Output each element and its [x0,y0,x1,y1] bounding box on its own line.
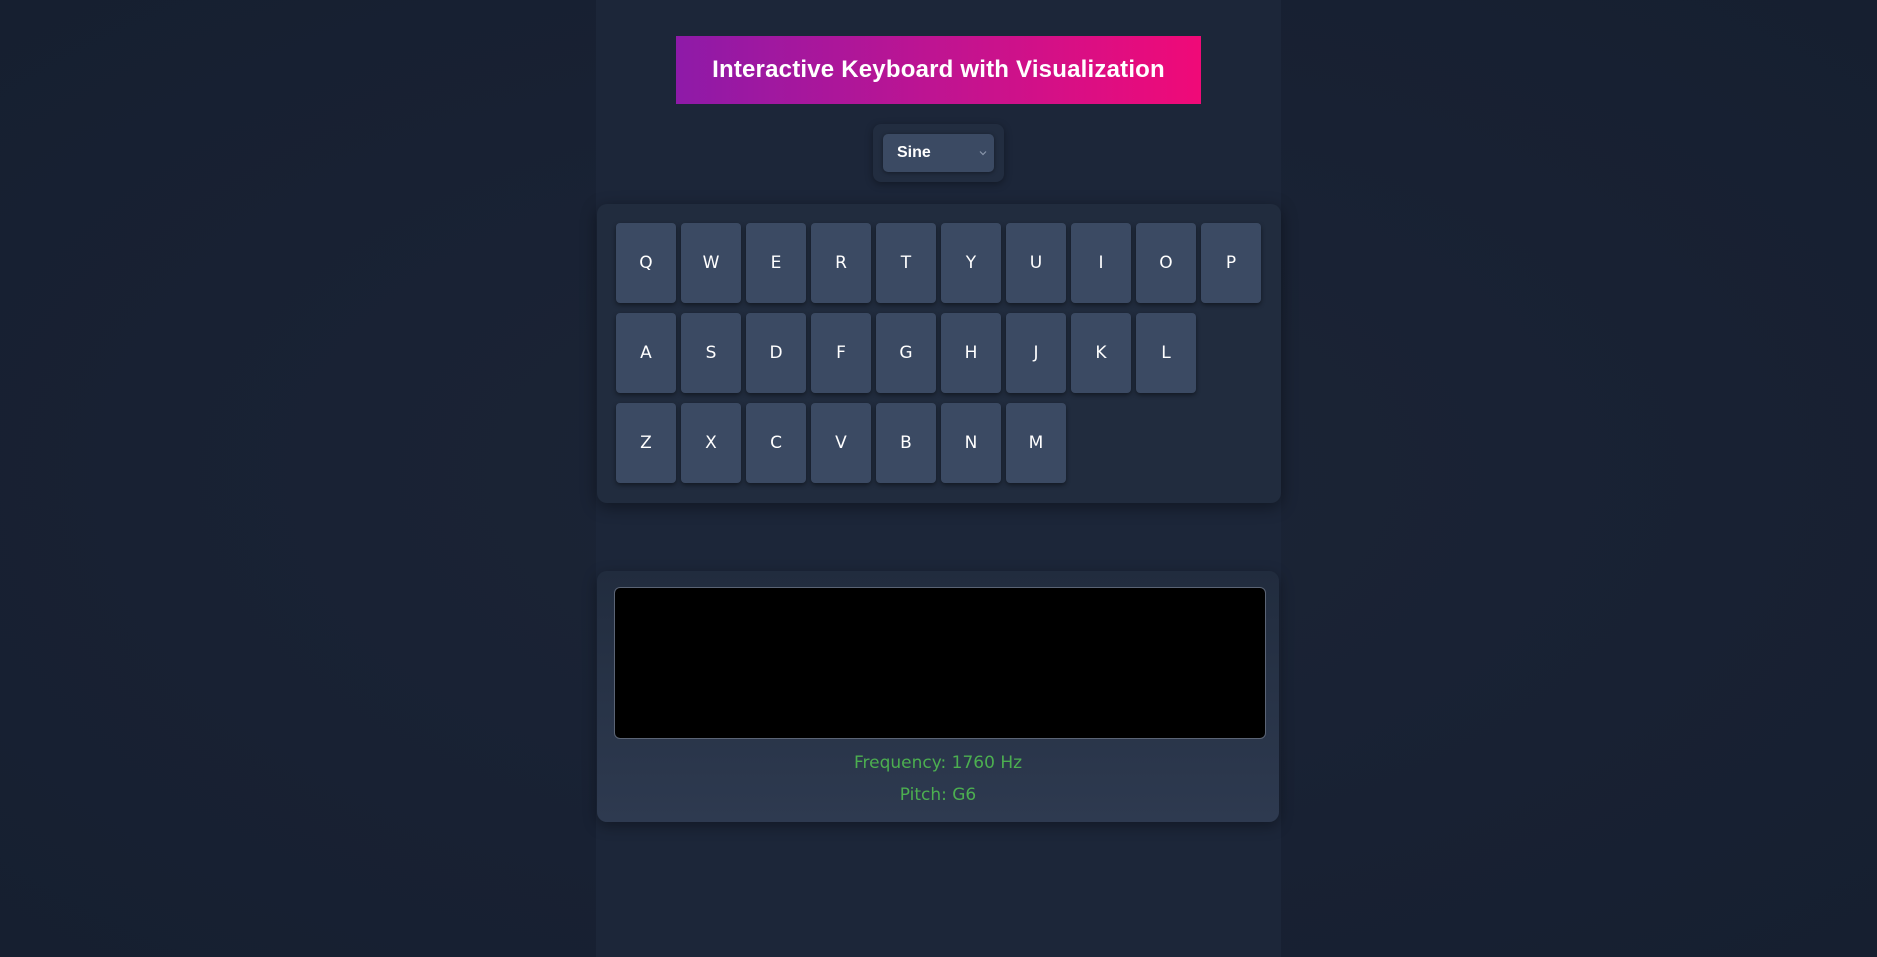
key-c[interactable]: C [746,403,806,483]
waveform-select-value: Sine [897,144,931,161]
key-h[interactable]: H [941,313,1001,393]
key-x[interactable]: X [681,403,741,483]
key-o[interactable]: O [1136,223,1196,303]
key-t[interactable]: T [876,223,936,303]
key-v[interactable]: V [811,403,871,483]
waveform-select-container: Sine [873,124,1004,182]
key-y[interactable]: Y [941,223,1001,303]
key-u[interactable]: U [1006,223,1066,303]
page-title-text: Interactive Keyboard with Visualization [712,56,1165,83]
key-s[interactable]: S [681,313,741,393]
key-e[interactable]: E [746,223,806,303]
frequency-readout: Frequency: 1760 Hz [853,753,1023,773]
keyboard: Q W E R T Y U I O P A S D F G H J K L Z … [597,204,1281,503]
key-w[interactable]: W [681,223,741,303]
key-j[interactable]: J [1006,313,1066,393]
key-f[interactable]: F [811,313,871,393]
key-g[interactable]: G [876,313,936,393]
key-n[interactable]: N [941,403,1001,483]
chevron-down-icon [979,151,987,156]
key-m[interactable]: M [1006,403,1066,483]
key-b[interactable]: B [876,403,936,483]
keyboard-row-2: A S D F G H J K L [616,313,1196,393]
visualization-panel: Frequency: 1760 Hz Pitch: G6 [597,571,1279,822]
pitch-readout: Pitch: G6 [899,785,977,805]
key-k[interactable]: K [1071,313,1131,393]
key-r[interactable]: R [811,223,871,303]
key-i[interactable]: I [1071,223,1131,303]
waveform-canvas [614,587,1266,739]
key-q[interactable]: Q [616,223,676,303]
key-z[interactable]: Z [616,403,676,483]
keyboard-row-3: Z X C V B N M [616,403,1066,483]
key-d[interactable]: D [746,313,806,393]
waveform-select[interactable]: Sine [883,134,994,172]
page-title: Interactive Keyboard with Visualization [676,36,1201,104]
keyboard-row-1: Q W E R T Y U I O P [616,223,1261,303]
key-l[interactable]: L [1136,313,1196,393]
key-p[interactable]: P [1201,223,1261,303]
key-a[interactable]: A [616,313,676,393]
